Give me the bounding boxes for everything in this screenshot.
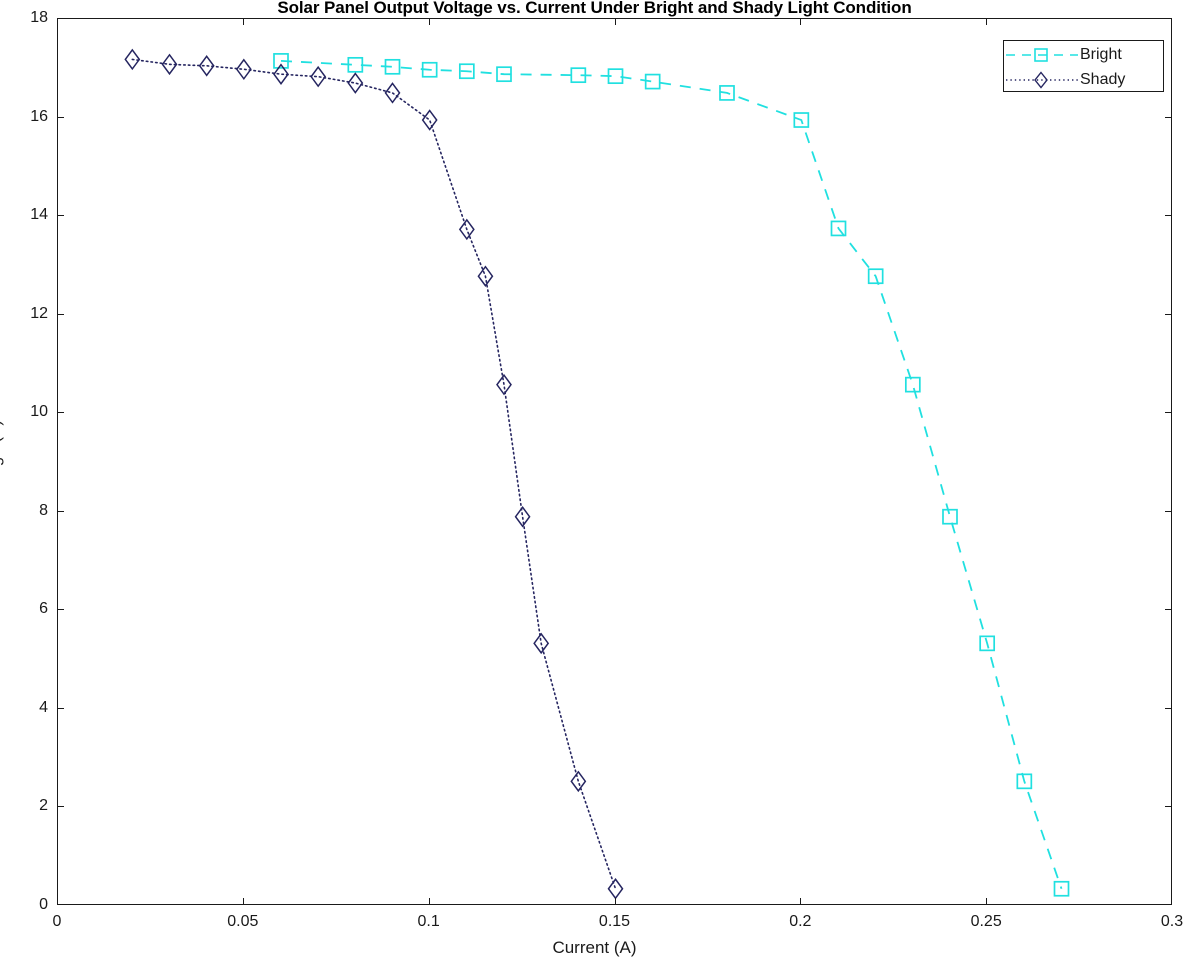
series-bright xyxy=(273,53,1070,897)
x-tick-mark xyxy=(800,898,802,905)
y-tick-label: 8 xyxy=(39,501,48,519)
y-tick-label: 2 xyxy=(39,797,48,815)
y-tick-mark-right xyxy=(1165,707,1172,709)
data-point-marker xyxy=(942,508,958,525)
legend-item-shady[interactable]: Shady xyxy=(1004,67,1165,92)
y-tick-mark xyxy=(57,806,64,808)
legend: Bright Shady xyxy=(1003,40,1164,92)
x-tick-mark xyxy=(986,898,988,905)
x-tick-mark xyxy=(242,898,244,905)
chart-figure: Solar Panel Output Voltage vs. Current U… xyxy=(0,0,1189,966)
y-tick-mark xyxy=(57,707,64,709)
legend-swatch-bright xyxy=(1004,44,1080,66)
data-point-marker xyxy=(904,376,921,393)
chart-title: Solar Panel Output Voltage vs. Current U… xyxy=(277,0,912,17)
plot-svg xyxy=(124,48,1070,900)
plot-area xyxy=(57,18,1172,905)
legend-label-shady: Shady xyxy=(1080,70,1126,88)
x-tick-label: 0.25 xyxy=(970,913,1002,930)
y-tick-mark-right xyxy=(1165,806,1172,808)
y-tick-label: 18 xyxy=(30,9,48,26)
data-point-marker xyxy=(347,72,364,94)
y-tick-label: 4 xyxy=(39,698,48,716)
y-tick-mark-right xyxy=(1165,510,1172,512)
data-point-marker xyxy=(310,65,327,88)
y-tick-label: 14 xyxy=(30,206,48,224)
x-tick-label: 0.2 xyxy=(789,913,812,930)
y-tick-mark xyxy=(57,609,64,611)
x-tick-mark-top xyxy=(614,18,616,25)
x-tick-mark-top xyxy=(428,18,430,25)
x-tick-label: 0.05 xyxy=(227,913,259,930)
data-point-marker xyxy=(514,505,531,528)
y-tick-label: 12 xyxy=(30,304,48,322)
x-axis-label: Current (A) xyxy=(552,938,637,957)
y-axis-label: Voltage (V) xyxy=(0,419,4,505)
y-tick-mark xyxy=(57,510,64,512)
series-shady xyxy=(124,48,624,900)
x-tick-label: 0.3 xyxy=(1160,913,1184,930)
legend-item-bright[interactable]: Bright xyxy=(1004,42,1165,67)
data-point-marker xyxy=(607,877,624,900)
series-line xyxy=(131,58,617,890)
y-tick-mark xyxy=(57,412,64,414)
x-tick-label: 0 xyxy=(52,913,62,930)
x-tick-label: 0.15 xyxy=(598,913,631,930)
y-tick-mark-right xyxy=(1165,313,1172,315)
x-tick-mark xyxy=(428,898,430,905)
x-tick-mark-top xyxy=(800,18,802,25)
series-line xyxy=(280,59,1063,890)
y-tick-mark-right xyxy=(1165,116,1172,118)
y-tick-label: 16 xyxy=(30,107,48,125)
x-tick-mark-top xyxy=(986,18,988,25)
y-tick-mark xyxy=(57,215,64,217)
y-tick-mark-right xyxy=(1165,609,1172,611)
x-tick-label: 0.1 xyxy=(417,913,440,930)
y-tick-mark-right xyxy=(1165,412,1172,414)
y-tick-label: 10 xyxy=(30,403,48,421)
x-tick-mark xyxy=(614,898,616,905)
data-point-marker xyxy=(421,109,438,131)
y-tick-mark xyxy=(57,116,64,118)
x-tick-mark-top xyxy=(242,18,244,25)
y-tick-label: 6 xyxy=(39,600,48,618)
legend-label-bright: Bright xyxy=(1080,45,1122,63)
y-tick-mark-right xyxy=(1165,215,1172,217)
y-tick-label: 0 xyxy=(39,896,48,913)
y-tick-mark xyxy=(57,313,64,315)
legend-swatch-shady xyxy=(1004,69,1080,91)
